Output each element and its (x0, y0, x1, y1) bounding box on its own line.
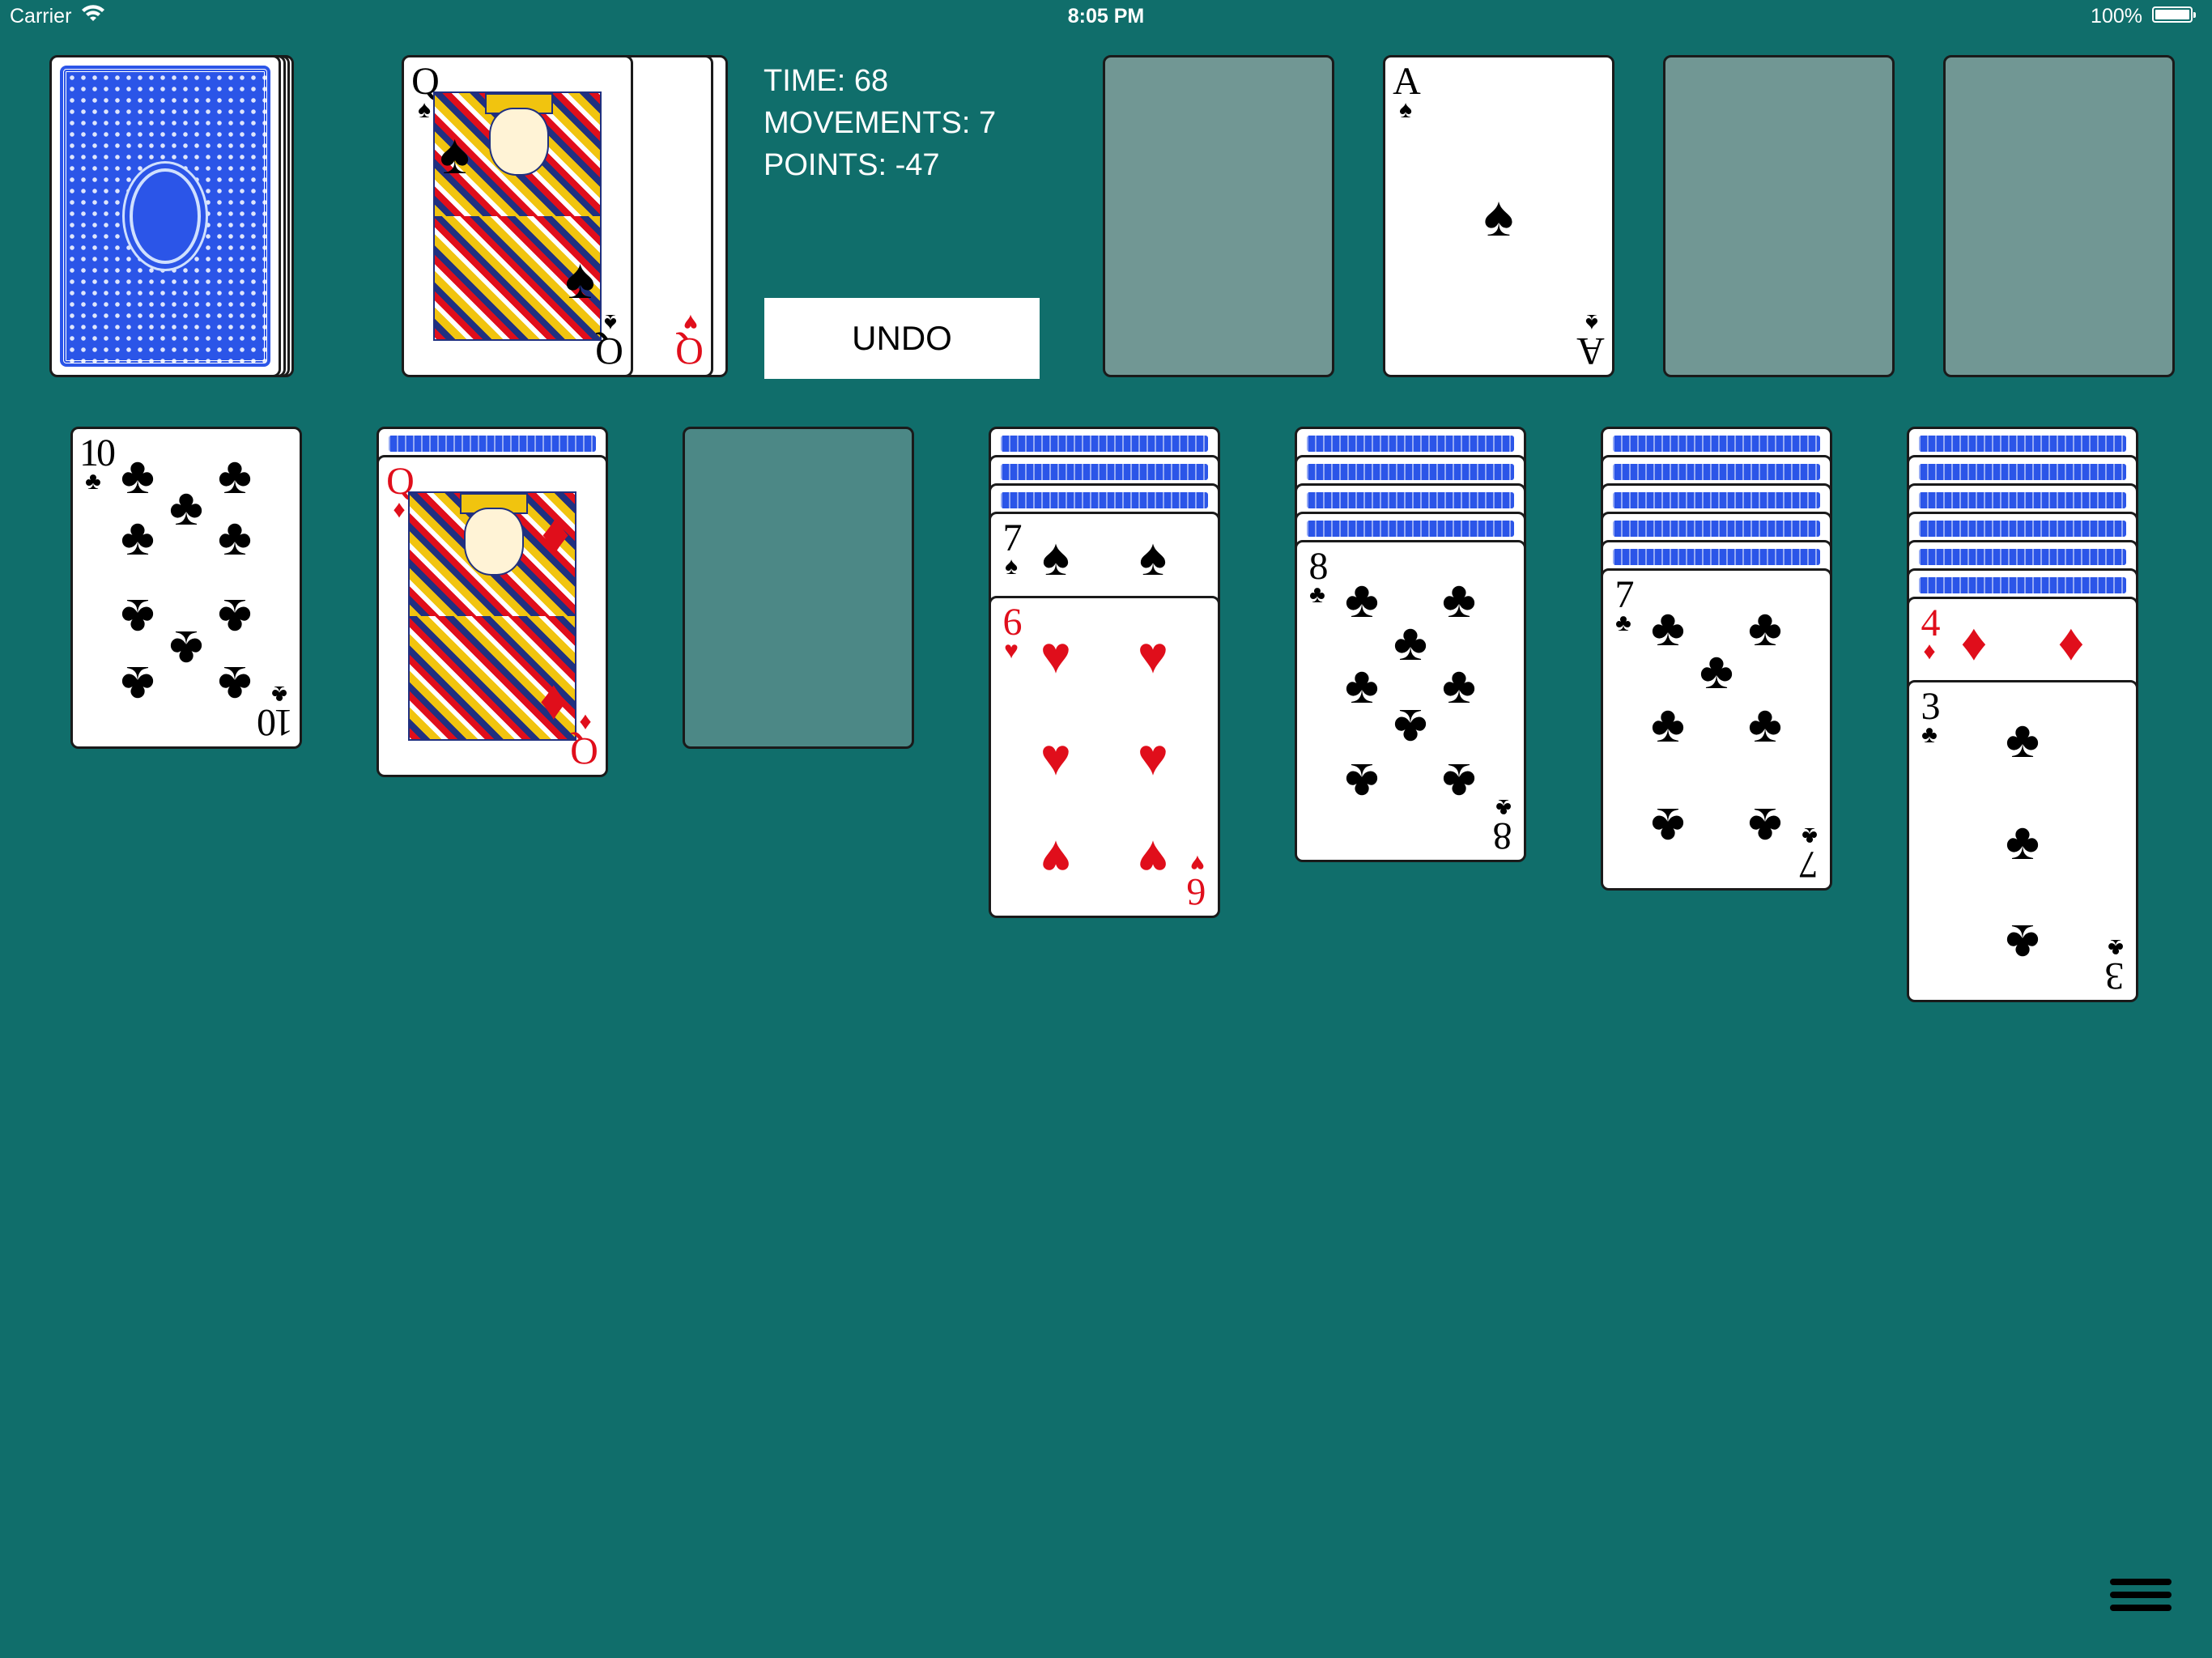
time-counter: TIME: 68 (764, 64, 889, 98)
points-counter: POINTS: -47 (764, 148, 940, 182)
battery-percent: 100% (2091, 5, 2142, 28)
tableau-7-card-3-clubs[interactable]: 3 ♣ ♣ ♣ ♣ 3 ♣ (1907, 680, 2138, 1002)
tableau-4-card-6-hearts[interactable]: 6 ♥ ♥ ♥ ♥ ♥ ♥ ♥ 6 ♥ (989, 596, 1220, 918)
tableau-6-card-7-clubs[interactable]: 7 ♣ ♣ ♣ ♣ ♣ ♣ ♣ ♣ 7 ♣ (1601, 568, 1832, 891)
foundation-slot-1[interactable] (1103, 55, 1334, 377)
game-stats: TIME: 68 MOVEMENTS: 7 POINTS: -47 (764, 60, 996, 186)
undo-button[interactable]: UNDO (764, 298, 1040, 379)
status-bar: Carrier 8:05 PM 100% (0, 0, 2212, 32)
tableau-5-card-8-clubs[interactable]: 8 ♣ ♣ ♣ ♣ ♣ ♣ ♣ ♣ ♣ 8 ♣ (1295, 540, 1526, 862)
stock-card-back[interactable] (49, 55, 281, 377)
status-time: 8:05 PM (1067, 5, 1145, 28)
battery-icon (2152, 6, 2196, 23)
tableau-1-card-10-clubs[interactable]: 10 ♣ ♣ ♣ ♣ ♣ ♣ ♣ ♣ ♣ ♣ ♣ 10 ♣ (70, 427, 302, 749)
queen-face-art: ♠ ♠ (433, 91, 602, 341)
hamburger-menu-icon[interactable] (2110, 1579, 2172, 1621)
foundation-slot-3[interactable] (1663, 55, 1895, 377)
waste-top-card[interactable]: Q ♠ ♠ ♠ Q ♠ (402, 55, 633, 377)
foundation-card-ace-spades[interactable]: A ♠ ♠ A ♠ (1383, 55, 1614, 377)
tableau-3-empty-slot[interactable] (683, 427, 914, 749)
tableau-2-card-queen-diamonds[interactable]: Q ♦ ♦ ♦ Q ♦ (376, 455, 608, 777)
foundation-slot-4[interactable] (1943, 55, 2175, 377)
queen-face-art: ♦ ♦ (408, 491, 576, 741)
movements-counter: MOVEMENTS: 7 (764, 106, 997, 140)
